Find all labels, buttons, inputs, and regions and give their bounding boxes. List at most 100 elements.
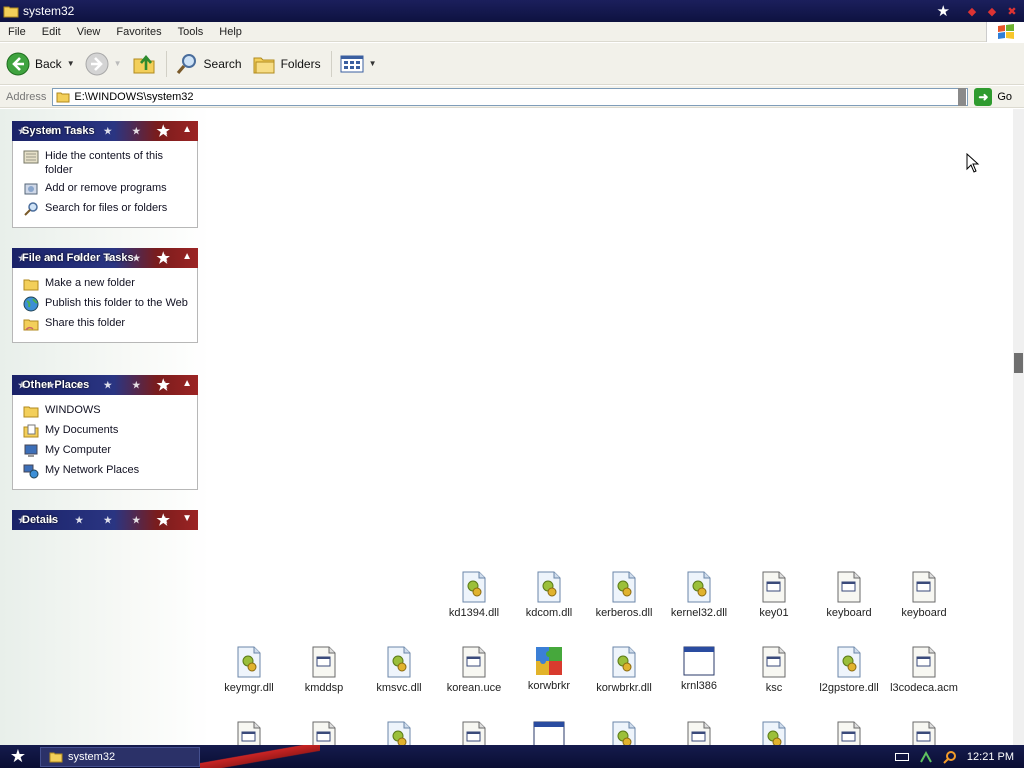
system-tasks-header[interactable]: ★ ★ ★ ★ ★ ★ ★ System Tasks ★ ▲ — [12, 121, 198, 141]
other-places-header[interactable]: ★ ★ ★ ★ ★ ★ ★ Other Places ★ ▲ — [12, 375, 198, 395]
menu-favorites[interactable]: Favorites — [108, 26, 169, 38]
task-share-folder[interactable]: Share this folder — [23, 316, 191, 332]
system-file-icon — [887, 571, 961, 603]
menu-tools[interactable]: Tools — [170, 26, 212, 38]
menu-file[interactable]: File — [0, 26, 34, 38]
file-item[interactable]: ksc — [737, 646, 811, 694]
system-file-icon — [662, 721, 736, 745]
file-item[interactable] — [437, 721, 511, 745]
file-item[interactable]: keyboard — [812, 571, 886, 619]
file-item[interactable] — [812, 721, 886, 745]
dll-icon — [212, 646, 286, 678]
file-item[interactable] — [362, 721, 436, 745]
place-label: My Computer — [45, 444, 112, 456]
scrollbar-thumb[interactable] — [1014, 353, 1023, 373]
collapse-icon[interactable]: ▲ — [182, 378, 192, 389]
task-add-remove-programs[interactable]: Add or remove programs — [23, 181, 191, 197]
keyboard-icon[interactable] — [894, 752, 909, 761]
file-item[interactable] — [212, 721, 286, 745]
file-item[interactable]: keyboard — [887, 571, 961, 619]
start-button[interactable]: ★ — [0, 746, 36, 767]
details-header[interactable]: ★ ★ ★ ★ ★ ★ ★ Details ★ ▼ — [12, 510, 198, 530]
taskbar-item-system32[interactable]: system32 — [40, 746, 200, 767]
system-file-icon — [437, 721, 511, 745]
file-item[interactable]: korean.uce — [437, 646, 511, 694]
file-item[interactable]: kd1394.dll — [437, 571, 511, 619]
minimize-button[interactable]: ◆ — [964, 4, 980, 18]
menu-view[interactable]: View — [69, 26, 109, 38]
views-button[interactable]: ▼ — [340, 54, 377, 74]
system-file-icon — [812, 571, 886, 603]
folder-icon — [56, 92, 70, 102]
file-item[interactable]: kerberos.dll — [587, 571, 661, 619]
puzzle-icon — [512, 646, 586, 676]
file-item[interactable]: kmddsp — [287, 646, 361, 694]
system-file-icon — [212, 721, 286, 745]
file-item[interactable]: keymgr.dll — [212, 646, 286, 694]
file-item[interactable]: l3codeca.acm — [887, 646, 961, 694]
folders-button[interactable]: Folders — [252, 52, 321, 76]
file-name: kmddsp — [304, 682, 344, 694]
file-item[interactable] — [287, 721, 361, 745]
file-item[interactable] — [587, 721, 661, 745]
address-input[interactable]: E:\WINDOWS\system32 — [52, 87, 969, 106]
file-item[interactable] — [887, 721, 961, 745]
place-windows[interactable]: WINDOWS — [23, 403, 191, 419]
close-button[interactable]: ✖ — [1004, 4, 1020, 18]
file-item[interactable]: kdcom.dll — [512, 571, 586, 619]
chevron-down-icon[interactable]: ▼ — [114, 59, 122, 68]
forward-arrow-icon — [85, 52, 109, 75]
forward-button[interactable]: ▼ — [85, 52, 122, 76]
go-label: Go — [997, 90, 1013, 103]
task-publish-web[interactable]: Publish this folder to the Web — [23, 296, 191, 312]
search-button[interactable]: Search — [175, 52, 242, 76]
my-computer-icon — [24, 444, 38, 457]
task-label: Search for files or folders — [45, 202, 168, 214]
star-icon: ★ — [936, 3, 950, 20]
file-item[interactable]: l2gpstore.dll — [812, 646, 886, 694]
menu-edit[interactable]: Edit — [34, 26, 69, 38]
file-item[interactable]: korwbrkr.dll — [587, 646, 661, 694]
file-item[interactable]: kernel32.dll — [662, 571, 736, 619]
address-label: Address — [6, 90, 47, 103]
dll-icon — [512, 571, 586, 603]
clock: 12:21 PM — [966, 750, 1014, 763]
go-button[interactable]: ➜ Go — [974, 87, 1013, 106]
file-item[interactable] — [512, 721, 586, 745]
title-bar: system32 ★ ◆ ◆ ✖ — [0, 0, 1024, 22]
file-name: keyboard — [826, 607, 872, 619]
chevron-down-icon[interactable]: ▼ — [67, 59, 75, 68]
up-folder-button[interactable] — [132, 52, 156, 76]
task-search-files[interactable]: Search for files or folders — [23, 201, 191, 217]
file-item[interactable] — [662, 721, 736, 745]
collapse-icon[interactable]: ▲ — [182, 124, 192, 135]
file-item[interactable]: kmsvc.dll — [362, 646, 436, 694]
taskbar: ★ system32 12:21 PM — [0, 745, 1024, 768]
menu-help[interactable]: Help — [211, 26, 250, 38]
place-my-network-places[interactable]: My Network Places — [23, 463, 191, 479]
vertical-scrollbar[interactable] — [1013, 109, 1024, 745]
place-my-computer[interactable]: My Computer — [23, 443, 191, 459]
network-icon[interactable] — [919, 750, 933, 764]
dll-icon — [662, 571, 736, 603]
maximize-button[interactable]: ◆ — [984, 4, 1000, 18]
file-item[interactable]: key01 — [737, 571, 811, 619]
file-item[interactable]: korwbrkr — [512, 646, 586, 692]
dll-icon — [362, 721, 436, 745]
expand-icon[interactable]: ▼ — [182, 513, 192, 524]
dll-icon — [437, 571, 511, 603]
task-hide-contents[interactable]: Hide the contents of this folder — [23, 149, 191, 177]
back-button[interactable]: Back ▼ — [6, 52, 75, 76]
search-icon[interactable] — [943, 750, 957, 764]
file-folder-tasks-header[interactable]: ★ ★ ★ ★ ★ ★ ★ File and Folder Tasks ★ ▲ — [12, 248, 198, 268]
collapse-icon[interactable]: ▲ — [182, 251, 192, 262]
system-file-icon — [887, 646, 961, 678]
task-new-folder[interactable]: Make a new folder — [23, 276, 191, 292]
address-dropdown-button[interactable] — [958, 87, 967, 106]
file-item[interactable] — [737, 721, 811, 745]
file-item[interactable]: krnl386 — [662, 646, 736, 692]
place-my-documents[interactable]: My Documents — [23, 423, 191, 439]
file-name: key01 — [759, 607, 789, 619]
file-list-area[interactable]: kd1394.dll kdcom.dll kerberos.dll kernel32.… — [210, 109, 1013, 745]
chevron-down-icon[interactable]: ▼ — [369, 59, 377, 68]
